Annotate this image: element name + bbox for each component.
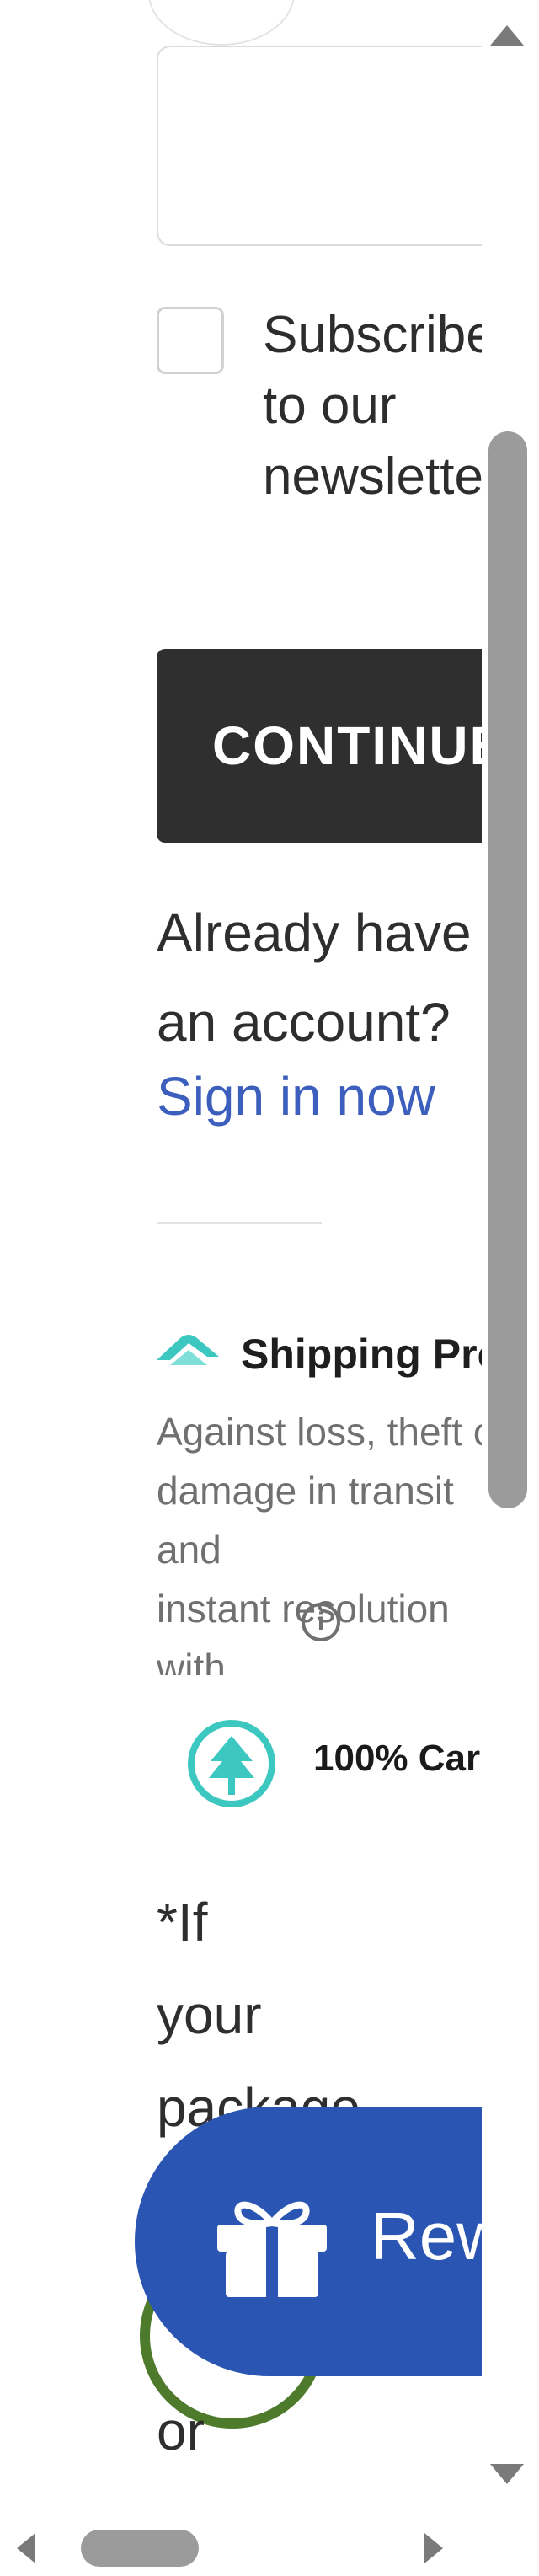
shipping-protection-title: Shipping Protection xyxy=(241,1331,482,1378)
rewards-label: Rewards xyxy=(371,2198,482,2273)
sign-in-link[interactable]: Sign in now xyxy=(157,1065,435,1127)
horizontal-scrollbar[interactable] xyxy=(0,2494,539,2576)
scroll-left-arrow-icon[interactable] xyxy=(17,2533,35,2563)
carbon-neutral-text: 100% Carbon Neutral xyxy=(313,1738,482,1779)
scroll-up-arrow-icon[interactable] xyxy=(490,25,524,46)
already-have-account-text: Already have an account? xyxy=(157,902,472,1052)
vertical-scrollbar-thumb[interactable] xyxy=(488,431,527,1508)
scroll-down-arrow-icon[interactable] xyxy=(490,2464,524,2484)
continue-button[interactable]: CONTINUE xyxy=(157,649,482,843)
scroll-right-arrow-icon[interactable] xyxy=(424,2533,443,2563)
avatar-placeholder xyxy=(148,0,295,46)
route-shield-icon xyxy=(157,1335,219,1365)
subscribe-label[interactable]: Subscribe to our newsletter xyxy=(263,300,482,512)
subscribe-checkbox[interactable] xyxy=(157,307,224,374)
horizontal-scrollbar-thumb[interactable] xyxy=(81,2530,199,2567)
rewards-button[interactable]: Rewards xyxy=(135,2107,482,2376)
gift-icon xyxy=(217,2201,327,2297)
text-input-field[interactable] xyxy=(157,46,482,246)
or-text: or xyxy=(157,2401,205,2461)
scrollbar-corner xyxy=(482,2494,539,2576)
tree-icon xyxy=(188,1720,275,1807)
info-icon[interactable]: i xyxy=(302,1603,340,1641)
divider xyxy=(157,1222,322,1224)
page-viewport: Subscribe to our newsletter CONTINUE Alr… xyxy=(0,0,482,2494)
